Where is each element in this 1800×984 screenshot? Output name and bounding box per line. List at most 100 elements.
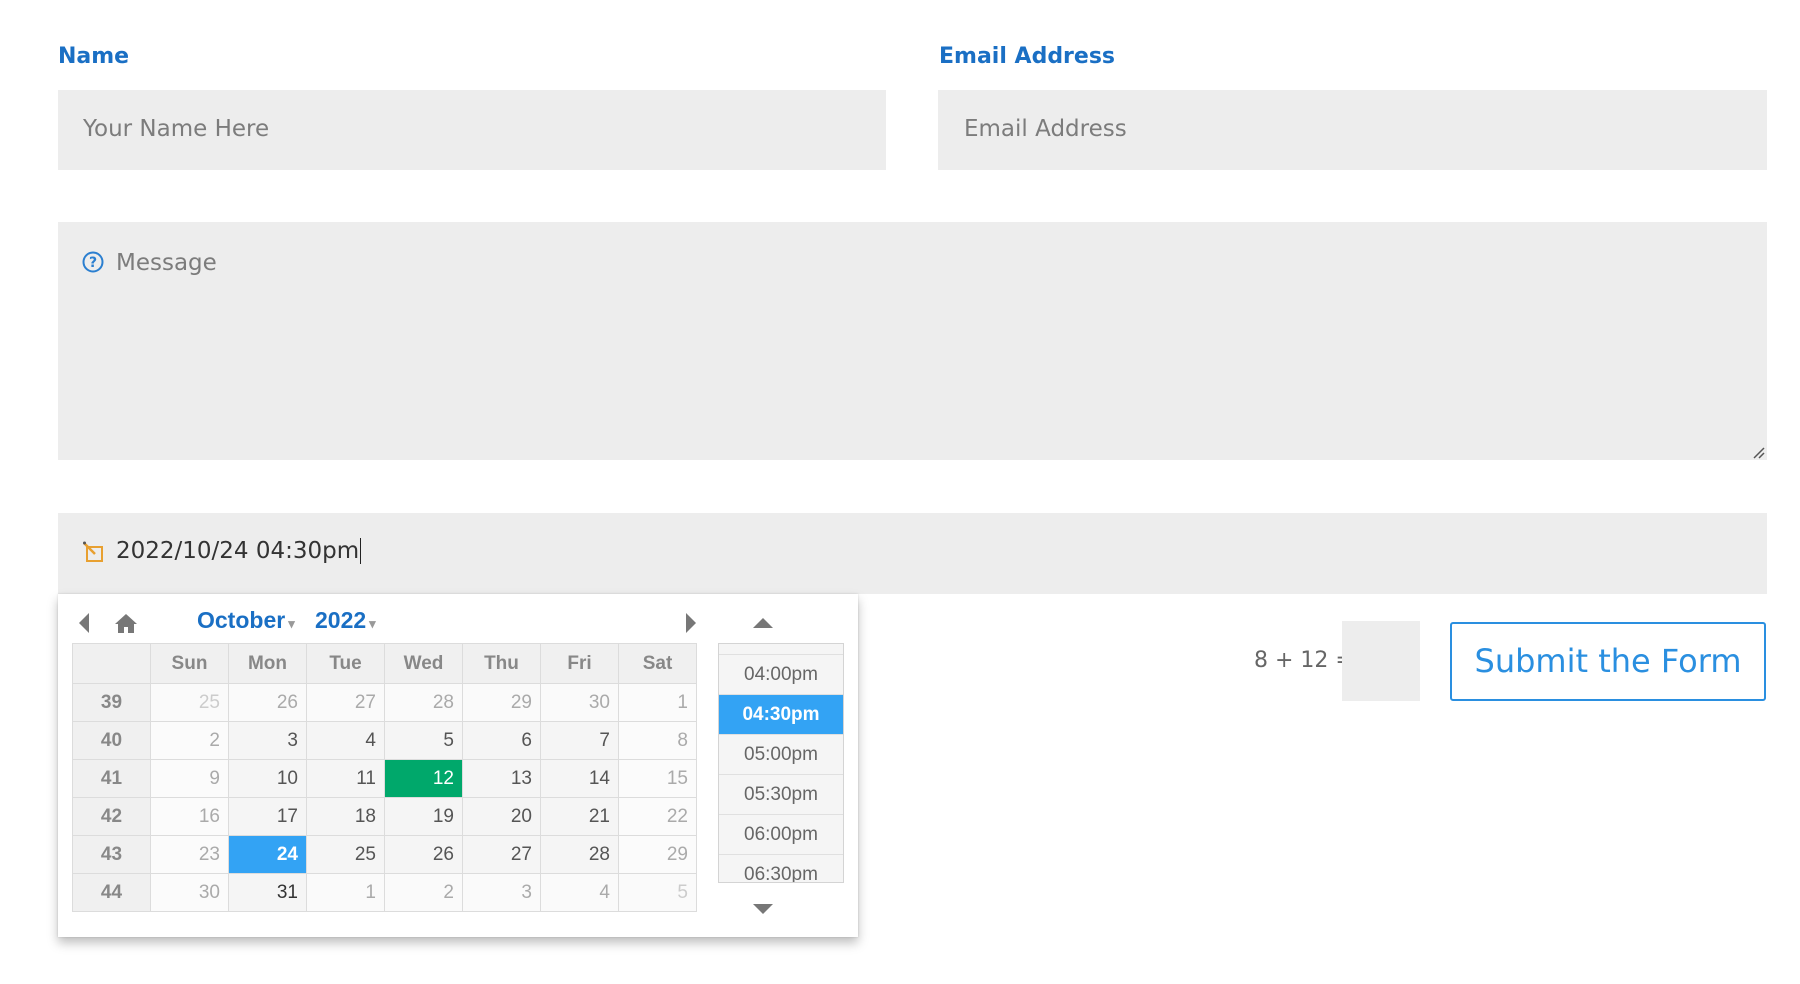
calendar-day[interactable]: 8	[618, 721, 697, 760]
weekday-header: Thu	[462, 643, 541, 684]
calendar-day[interactable]: 27	[306, 683, 385, 722]
month-select[interactable]: October ▾	[197, 607, 295, 634]
help-circle-icon: ?	[82, 251, 104, 273]
calendar-day[interactable]: 23	[150, 835, 229, 874]
calendar-grid: Sun Mon Tue Wed Thu Fri Sat 39 25 26 27 …	[72, 643, 697, 912]
calendar-day[interactable]: 20	[462, 797, 541, 836]
time-list[interactable]: 04:00pm 04:30pm 05:00pm 05:30pm 06:00pm …	[718, 643, 844, 883]
time-slot[interactable]: 04:00pm	[719, 654, 843, 694]
chevron-down-icon: ▾	[288, 616, 295, 631]
calendar-day[interactable]: 31	[228, 873, 307, 912]
calendar-day[interactable]: 14	[540, 759, 619, 798]
week-number: 43	[72, 835, 151, 874]
email-placeholder: Email Address	[964, 116, 1127, 142]
week-number-header	[72, 643, 151, 684]
calendar-day[interactable]: 2	[150, 721, 229, 760]
calendar-day[interactable]: 19	[384, 797, 463, 836]
submit-button[interactable]: Submit the Form	[1450, 622, 1766, 701]
calendar-day[interactable]: 10	[228, 759, 307, 798]
calendar-day[interactable]: 6	[462, 721, 541, 760]
calendar-day[interactable]: 16	[150, 797, 229, 836]
calendar-day[interactable]: 29	[618, 835, 697, 874]
time-slot[interactable]: 06:30pm	[719, 854, 843, 882]
time-slot[interactable]: 05:00pm	[719, 734, 843, 774]
name-placeholder: Your Name Here	[83, 116, 270, 142]
time-slot[interactable]: 06:00pm	[719, 814, 843, 854]
calendar-week-row: 42 16 17 18 19 20 21 22	[72, 797, 697, 836]
email-label: Email Address	[939, 44, 1116, 69]
calendar-day-today[interactable]: 12	[384, 759, 463, 798]
calendar-day[interactable]: 21	[540, 797, 619, 836]
week-number: 42	[72, 797, 151, 836]
datetimepicker-popup: October ▾ 2022 ▾ Sun Mon Tue Wed Thu Fri S…	[58, 594, 858, 937]
calendar-day[interactable]: 26	[384, 835, 463, 874]
weekday-header: Fri	[540, 643, 619, 684]
calendar-day[interactable]: 30	[540, 683, 619, 722]
calendar-day[interactable]: 18	[306, 797, 385, 836]
weekday-header: Wed	[384, 643, 463, 684]
calendar-day[interactable]: 25	[150, 683, 229, 722]
calendar-day[interactable]: 4	[306, 721, 385, 760]
calendar-day[interactable]: 3	[228, 721, 307, 760]
calendar-day-selected[interactable]: 24	[228, 835, 307, 874]
name-input[interactable]: Your Name Here	[58, 90, 886, 170]
time-slot[interactable]: 05:30pm	[719, 774, 843, 814]
date-pencil-icon	[82, 540, 106, 564]
time-scroll-up-icon[interactable]	[752, 616, 774, 634]
calendar-day[interactable]: 30	[150, 873, 229, 912]
year-select[interactable]: 2022 ▾	[315, 607, 376, 634]
calendar-day[interactable]: 7	[540, 721, 619, 760]
calendar-week-row: 44 30 31 1 2 3 4 5	[72, 873, 697, 912]
calendar-day[interactable]: 2	[384, 873, 463, 912]
chevron-down-icon: ▾	[369, 616, 376, 631]
week-number: 39	[72, 683, 151, 722]
calendar-day[interactable]: 1	[306, 873, 385, 912]
datetime-value: 2022/10/24 04:30pm	[116, 538, 362, 564]
calendar-day[interactable]: 28	[384, 683, 463, 722]
calendar-day[interactable]: 5	[384, 721, 463, 760]
calendar-day[interactable]: 17	[228, 797, 307, 836]
next-month-icon[interactable]	[685, 612, 697, 639]
calendar-day[interactable]: 28	[540, 835, 619, 874]
month-label: October	[197, 607, 286, 633]
resize-handle-icon[interactable]	[1751, 444, 1765, 459]
email-input[interactable]: Email Address	[938, 90, 1767, 170]
message-placeholder: Message	[116, 250, 217, 276]
time-scroll-down-icon[interactable]	[752, 902, 774, 920]
weekday-header: Mon	[228, 643, 307, 684]
calendar-day[interactable]: 26	[228, 683, 307, 722]
calendar-day[interactable]: 4	[540, 873, 619, 912]
calendar-day[interactable]: 9	[150, 759, 229, 798]
week-number: 41	[72, 759, 151, 798]
time-slot-selected[interactable]: 04:30pm	[719, 694, 843, 734]
weekday-header: Sun	[150, 643, 229, 684]
prev-month-icon[interactable]	[78, 612, 90, 639]
calendar-week-row: 39 25 26 27 28 29 30 1	[72, 683, 697, 722]
weekday-header: Tue	[306, 643, 385, 684]
year-label: 2022	[315, 607, 367, 633]
captcha-input[interactable]	[1342, 621, 1420, 701]
calendar-week-row: 41 9 10 11 12 13 14 15	[72, 759, 697, 798]
name-label: Name	[58, 44, 130, 69]
weekday-header-row: Sun Mon Tue Wed Thu Fri Sat	[72, 643, 697, 684]
week-number: 40	[72, 721, 151, 760]
weekday-header: Sat	[618, 643, 697, 684]
calendar-day[interactable]: 5	[618, 873, 697, 912]
datetime-input[interactable]: 2022/10/24 04:30pm	[58, 513, 1767, 594]
calendar-day[interactable]: 3	[462, 873, 541, 912]
calendar-day[interactable]: 27	[462, 835, 541, 874]
calendar-day[interactable]: 13	[462, 759, 541, 798]
calendar-day[interactable]: 1	[618, 683, 697, 722]
calendar-week-row: 43 23 24 25 26 27 28 29	[72, 835, 697, 874]
calendar-day[interactable]: 11	[306, 759, 385, 798]
captcha-question: 8 + 12 =	[1254, 648, 1354, 673]
calendar-day[interactable]: 25	[306, 835, 385, 874]
calendar-week-row: 40 2 3 4 5 6 7 8	[72, 721, 697, 760]
message-textarea[interactable]: ? Message	[58, 222, 1767, 460]
calendar-day[interactable]: 22	[618, 797, 697, 836]
calendar-day[interactable]: 29	[462, 683, 541, 722]
calendar-day[interactable]: 15	[618, 759, 697, 798]
week-number: 44	[72, 873, 151, 912]
svg-text:?: ?	[89, 255, 97, 271]
home-icon[interactable]	[114, 612, 138, 639]
